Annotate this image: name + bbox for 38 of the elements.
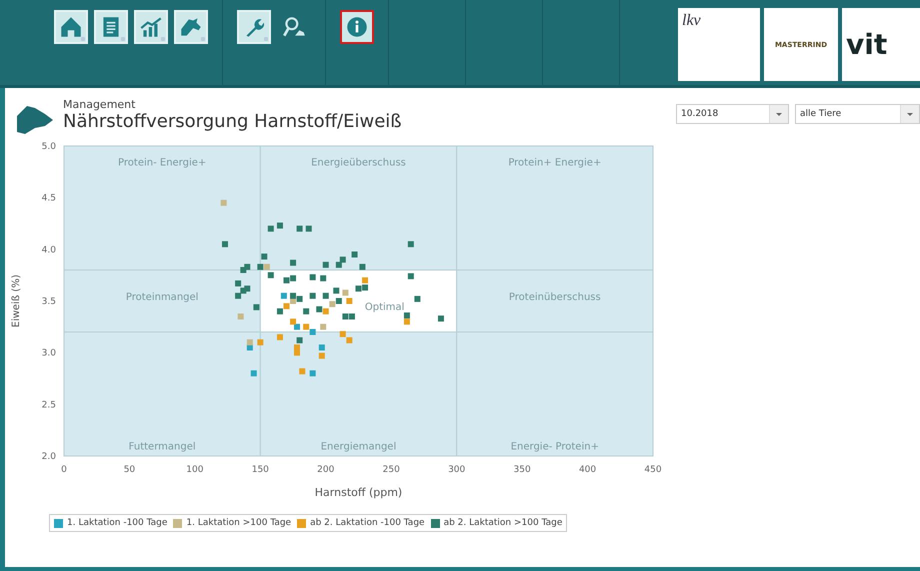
zone-label: Proteinmangel — [126, 292, 198, 303]
y-tick-label: 2.5 — [42, 400, 56, 410]
x-axis-title: Harnstoff (ppm) — [314, 486, 402, 499]
zone-label: Energiemangel — [320, 442, 396, 453]
zone-label: Proteinüberschuss — [508, 292, 601, 303]
y-tick-label: 5.0 — [42, 142, 56, 152]
x-tick-label: 400 — [578, 465, 596, 475]
x-tick-label: 300 — [448, 465, 466, 475]
legend-label: 1. Laktation -100 Tage — [67, 518, 168, 528]
zone-label: Futtermangel — [128, 442, 196, 453]
legend-label: 1. Laktation >100 Tage — [186, 518, 292, 528]
x-tick-label: 0 — [61, 465, 67, 475]
x-tick-label: 50 — [124, 465, 136, 475]
logo: lkv — [678, 8, 760, 81]
logo: vit — [842, 8, 920, 81]
zone-label: Protein+ Energie+ — [508, 158, 602, 168]
y-tick-label: 4.0 — [42, 245, 56, 256]
x-tick-label: 150 — [252, 465, 269, 475]
filter-dropdown[interactable]: alle Tiere — [795, 104, 920, 124]
zone-label: Energie- Protein+ — [510, 442, 599, 453]
legend-label: ab 2. Laktation >100 Tage — [444, 518, 562, 528]
legend-label: ab 2. Laktation -100 Tage — [310, 518, 425, 528]
zone-label: Optimal — [364, 302, 404, 314]
y-tick-label: 2.0 — [42, 452, 56, 462]
zone-label: Protein- Energie+ — [118, 158, 206, 168]
x-tick-label: 100 — [186, 465, 204, 475]
y-axis-title: Eiweiß (%) — [11, 274, 22, 328]
page-title: Nährstoffversorgung Harnstoff/Eiweiß — [63, 111, 402, 132]
section-label: Management — [63, 98, 136, 111]
zone-label: Energieüberschuss — [311, 158, 406, 168]
x-tick-label: 200 — [317, 465, 334, 475]
x-tick-label: 250 — [382, 465, 400, 475]
x-tick-label: 450 — [644, 465, 662, 475]
x-tick-label: 350 — [514, 465, 531, 475]
y-tick-label: 3.5 — [42, 297, 56, 307]
y-tick-label: 4.5 — [42, 194, 56, 204]
y-tick-label: 3.0 — [42, 348, 56, 359]
filter-dropdown[interactable]: 10.2018 — [676, 104, 789, 124]
